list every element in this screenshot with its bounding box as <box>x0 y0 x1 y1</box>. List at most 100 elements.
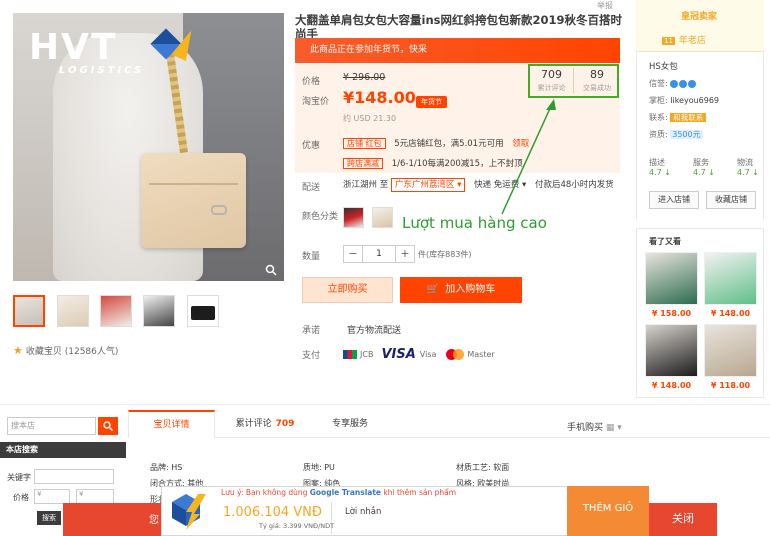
tab-item-details[interactable]: 宝贝详情 <box>128 410 215 438</box>
thumbnail-4[interactable] <box>143 295 175 327</box>
store-search-title: 本店搜索 <box>0 442 126 458</box>
credit-icon-2 <box>679 79 688 88</box>
product-main-image[interactable]: HVT LOGISTICS <box>13 13 284 281</box>
color-label: 颜色分类 <box>302 212 339 222</box>
thumbnail-3[interactable] <box>100 295 132 327</box>
coupon-tag-1: 店铺 红包 <box>343 138 386 149</box>
overlay-exchange-rate: Tỷ giá: 3.399 VNĐ/NDT <box>259 522 335 530</box>
annotation-arrow-icon <box>501 99 556 215</box>
related-item-price: ¥ 118.00 <box>710 381 751 390</box>
thumbnail-1[interactable] <box>13 295 45 327</box>
report-link[interactable]: 举报 <box>597 0 613 11</box>
attr-material: 质地: PU <box>303 463 335 472</box>
reviews-stat[interactable]: 709 累计评论 <box>530 68 574 93</box>
score-service: 服务 4.7 ↓ <box>693 157 715 177</box>
image-bag <box>141 153 246 248</box>
related-item-price: ¥ 148.00 <box>651 381 692 390</box>
keyword-input[interactable] <box>34 469 114 484</box>
thumbnail-5[interactable] <box>187 295 219 327</box>
price-label: 价格 <box>302 77 321 87</box>
related-item-image[interactable] <box>645 324 698 377</box>
shop-keeper: 掌柜: likeyou6969 <box>649 95 719 106</box>
delivery-label: 配送 <box>302 183 321 193</box>
color-option-1[interactable] <box>343 207 364 228</box>
related-item-image[interactable] <box>704 324 757 377</box>
reviews-count: 709 <box>541 68 562 81</box>
sales-stat: 89 交易成功 <box>575 68 619 93</box>
image-bag-flap <box>149 183 238 223</box>
mastercard-icon <box>446 349 465 360</box>
store-search-button[interactable]: 搜索 <box>37 511 61 525</box>
close-button[interactable]: 关闭 <box>649 503 717 536</box>
image-bag-clasp <box>211 205 227 215</box>
coupon-tag-2: 跨店满减 <box>343 158 383 169</box>
color-option-2[interactable] <box>372 207 393 228</box>
buy-now-button[interactable]: 立即购买 <box>302 277 393 303</box>
keyword-label: 关键字 <box>7 473 31 482</box>
quantity-stepper: − 1 + <box>343 245 415 263</box>
related-item-price: ¥ 158.00 <box>651 309 692 318</box>
related-item-image[interactable] <box>704 252 757 305</box>
favorite-shop-button[interactable]: 收藏店铺 <box>706 191 756 209</box>
favorite-label: 收藏宝贝 (12586人气) <box>25 347 119 357</box>
price-min-input[interactable]: ¥ <box>34 489 70 504</box>
quals-value: 3500元 <box>670 130 703 139</box>
search-icon[interactable] <box>98 417 118 435</box>
shop-years-text: 年老店 <box>678 36 706 46</box>
shop-scores: 描述 4.7 ↓ 服务 4.7 ↓ 物流 4.7 ↓ <box>649 157 759 177</box>
zoom-icon[interactable] <box>265 264 277 276</box>
shop-search-input[interactable]: 搜本店 <box>7 417 96 435</box>
keeper-value: likeyou6969 <box>670 96 720 105</box>
shop-contact: 联系: 和我联系 <box>649 112 707 123</box>
overlay-message-input[interactable]: Lời nhắn <box>345 507 381 517</box>
tab-services[interactable]: 专享服务 <box>315 410 385 438</box>
add-to-cart-overlay-button[interactable]: THÊM GIỎ <box>567 486 649 536</box>
contact-label: 联系: <box>649 113 668 122</box>
shop-name[interactable]: HS女包 <box>649 60 678 72</box>
attr-brand: 品牌: HS <box>150 463 183 472</box>
contact-seller-button[interactable]: 和我联系 <box>670 113 707 122</box>
tab-reviews[interactable]: 累计评论 709 <box>215 410 315 438</box>
favorite-item-link[interactable]: ★ 收藏宝贝 (12586人气) <box>13 344 118 357</box>
usd-price: 约 USD 21.30 <box>343 114 397 123</box>
price-max-input[interactable]: ¥ <box>76 489 114 504</box>
tab-reviews-label: 累计评论 <box>235 419 272 429</box>
qty-input[interactable]: 1 <box>362 246 396 262</box>
logo-sub: LOGISTICS <box>59 65 145 76</box>
pay-jcb: JCB <box>360 350 374 359</box>
overlay-logo-icon <box>172 494 206 530</box>
visa-icon: VISA <box>381 347 416 362</box>
promise-text: 官方物流配送 <box>347 326 402 336</box>
qty-minus-button[interactable]: − <box>344 246 362 262</box>
add-to-cart-label: 加入购物车 <box>445 284 496 295</box>
taobao-price-label: 淘宝价 <box>302 97 330 107</box>
credit-icon-1 <box>670 79 679 88</box>
qty-plus-button[interactable]: + <box>396 246 414 262</box>
delivery-destination-select[interactable]: 广东广州荔湾区 ▾ <box>390 178 466 192</box>
related-item-image[interactable] <box>645 252 698 305</box>
mobile-buy-label: 手机购买 <box>567 423 604 433</box>
product-title: 大翻盖单肩包女包大容量ins网红斜挎包包新款2019秋冬百搭时尚手 <box>295 13 622 41</box>
mobile-buy-link[interactable]: 手机购买 ▦ ▾ <box>567 420 622 433</box>
cart-icon: 🛒 <box>426 284 440 295</box>
payment-methods: JCB VISA Visa Master <box>343 347 495 362</box>
related-item-price: ¥ 148.00 <box>710 309 751 318</box>
stock-text: 件(库存883件) <box>418 250 472 259</box>
add-to-cart-button[interactable]: 🛒 加入购物车 <box>400 277 522 303</box>
star-icon: ★ <box>13 344 23 357</box>
annotation-text: Lượt mua hàng cao <box>402 214 547 232</box>
attr-craft: 材质工艺: 软面 <box>456 463 510 472</box>
enter-shop-button[interactable]: 进入店铺 <box>649 191 699 209</box>
logo-brand: HVT <box>29 27 118 68</box>
also-viewed-title: 看了又看 <box>649 237 681 246</box>
score-label: 物流 <box>737 158 754 167</box>
score-label: 服务 <box>693 158 710 167</box>
year-festival-tag: 年货节 <box>416 96 447 108</box>
thumbnail-2[interactable] <box>57 295 89 327</box>
credit-label: 信誉: <box>649 79 668 88</box>
original-price: ¥ 296.00 <box>343 72 386 83</box>
overlay-left-bar: 您 <box>63 503 173 536</box>
score-logistics: 物流 4.7 ↓ <box>737 157 759 177</box>
quals-label: 资质: <box>649 130 668 139</box>
price-range-label: 价格 <box>13 493 29 502</box>
